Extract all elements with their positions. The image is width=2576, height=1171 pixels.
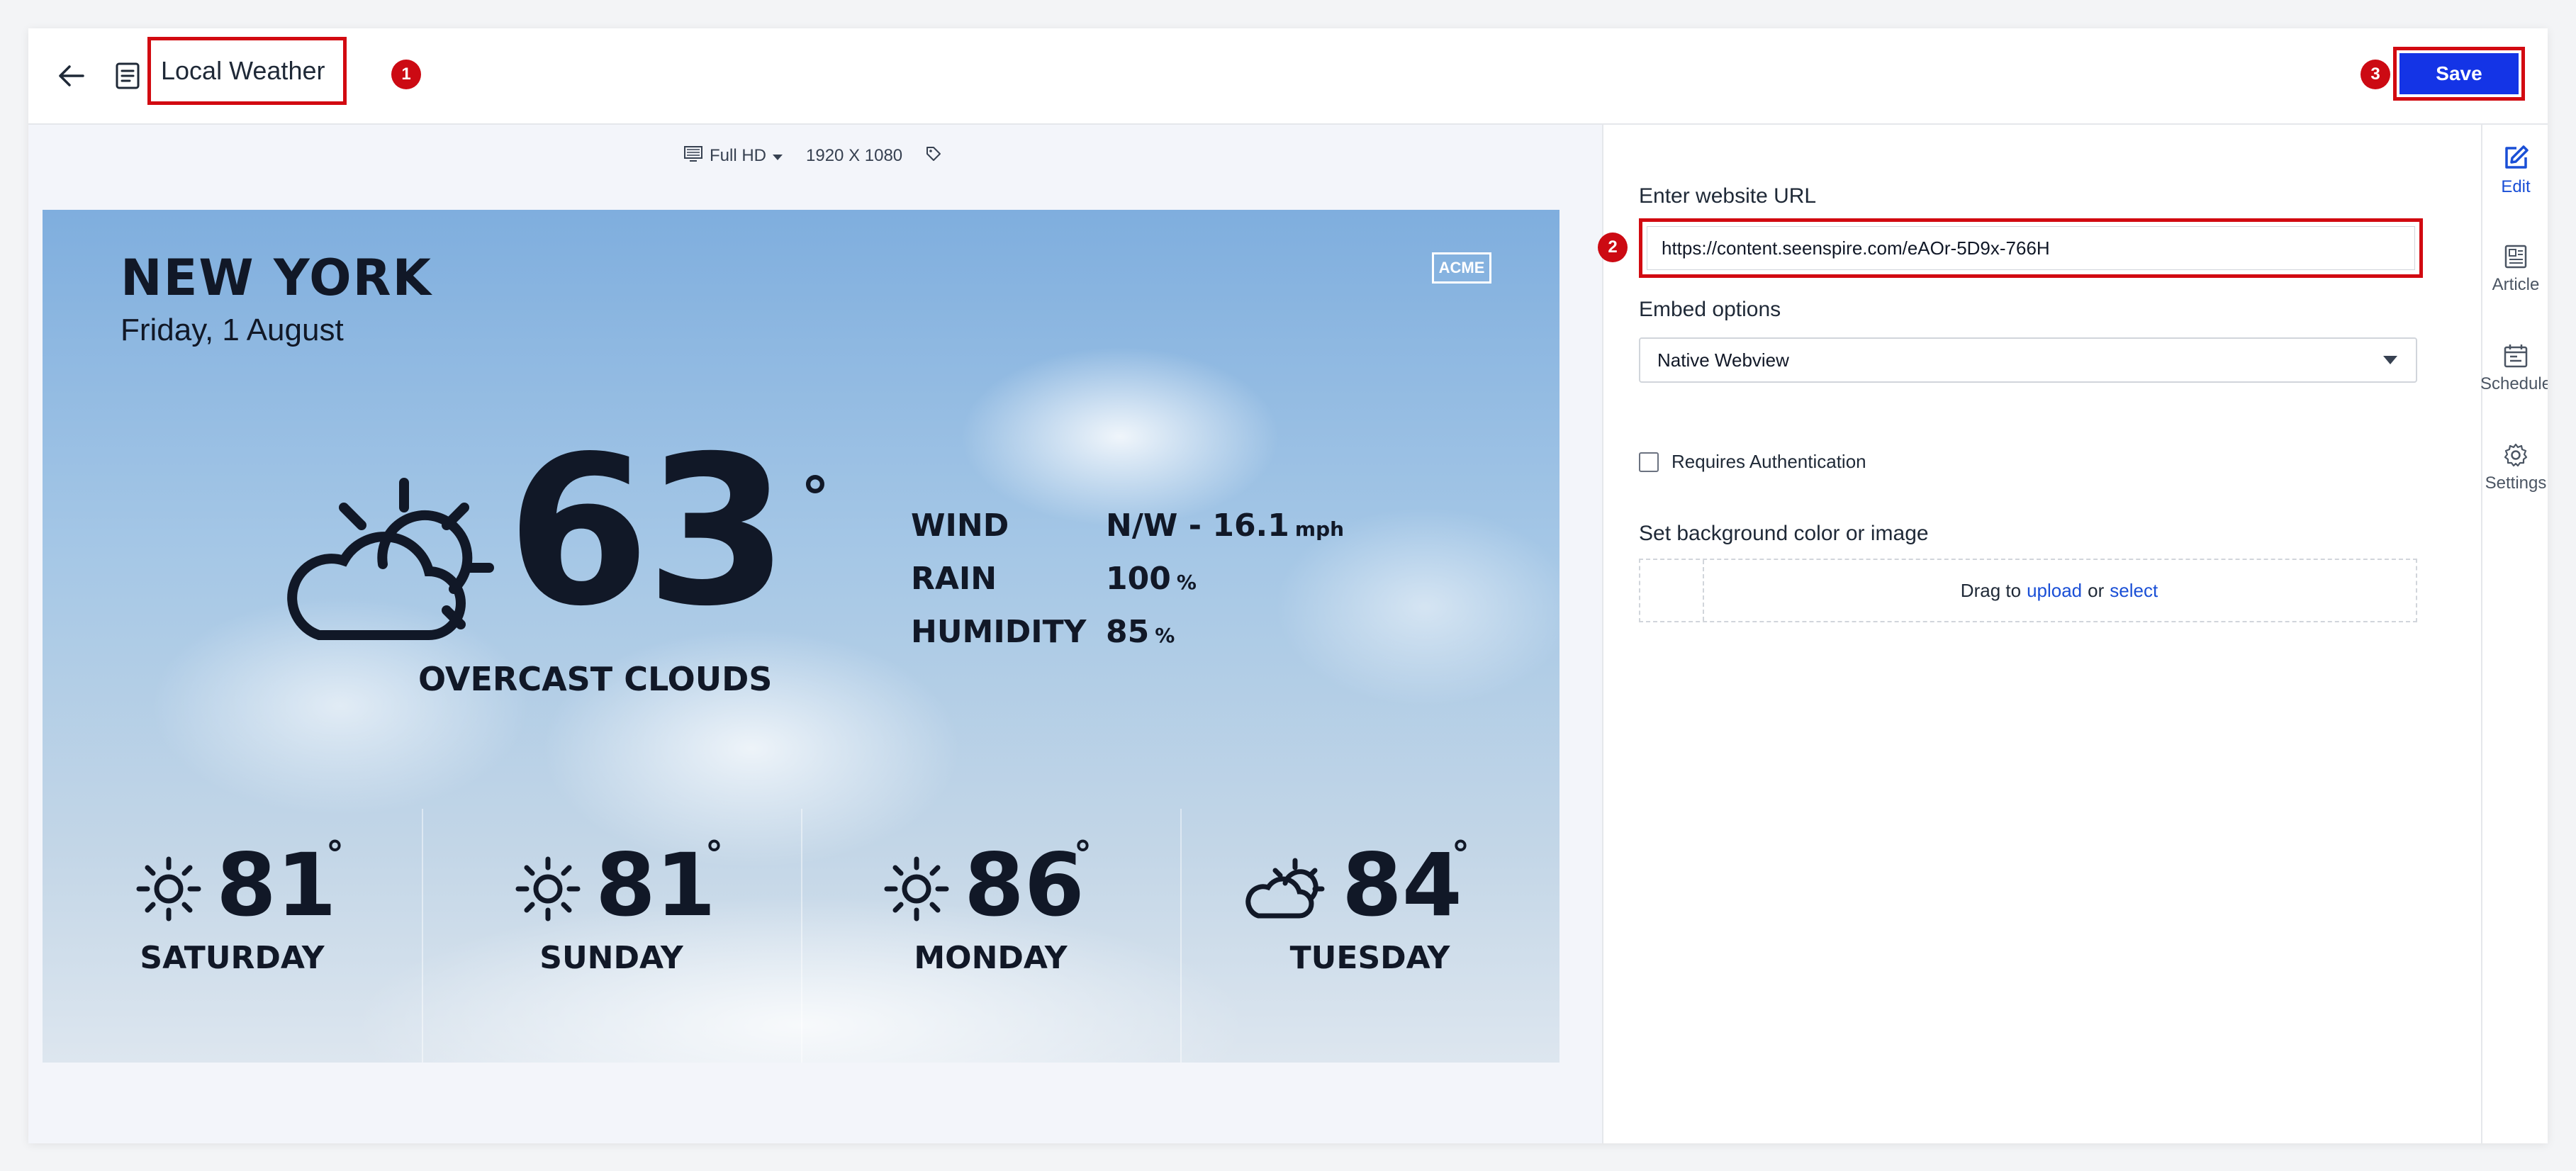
- date-text: Friday, 1 August: [121, 313, 344, 347]
- gear-icon: [2504, 443, 2528, 467]
- background-color-swatch[interactable]: [1640, 560, 1704, 621]
- rain-label: RAIN: [911, 561, 997, 597]
- preview-area: Full HD 1920 X 1080 NEW YORK Friday, 1 A…: [28, 125, 1603, 1143]
- forecast-day-name: MONDAY: [914, 940, 1068, 976]
- resolution-dropdown[interactable]: Full HD: [710, 146, 783, 166]
- embed-selected-value: Native Webview: [1657, 349, 1789, 371]
- save-button[interactable]: Save: [2399, 53, 2519, 94]
- nav-schedule[interactable]: Schedule: [2480, 343, 2548, 394]
- upload-link[interactable]: upload: [2027, 580, 2082, 602]
- callout-badge-1: 1: [391, 60, 421, 89]
- forecast-day-name: SATURDAY: [140, 940, 325, 976]
- degree-symbol: °: [326, 834, 344, 875]
- resolution-size: 1920 X 1080: [806, 146, 903, 165]
- schedule-icon: [2504, 344, 2528, 368]
- current-temperature: 63: [507, 413, 789, 651]
- degree-symbol: °: [705, 834, 723, 875]
- nav-settings[interactable]: Settings: [2482, 442, 2548, 493]
- caret-down-icon: [2383, 356, 2397, 364]
- preview-toolbar: Full HD 1920 X 1080: [684, 142, 942, 170]
- nav-edit[interactable]: Edit: [2482, 145, 2548, 197]
- nav-article-label: Article: [2492, 275, 2540, 294]
- forecast-day: 81 ° SATURDAY: [43, 834, 422, 1046]
- sun-icon: [515, 856, 581, 921]
- forecast-day: 81 ° SUNDAY: [422, 834, 801, 1046]
- dropzone-text: Drag to upload or select: [1703, 560, 2416, 621]
- nav-settings-label: Settings: [2485, 474, 2547, 493]
- humidity-label: HUMIDITY: [911, 614, 1087, 650]
- or-text: or: [2088, 579, 2105, 601]
- brand-logo: ACME: [1432, 252, 1491, 284]
- embed-label: Embed options: [1639, 298, 1781, 321]
- degree-symbol: °: [1074, 834, 1092, 875]
- wind-label: WIND: [911, 508, 1009, 544]
- nav-edit-label: Edit: [2501, 177, 2531, 196]
- tag-icon[interactable]: [925, 145, 942, 167]
- weather-preview: NEW YORK Friday, 1 August ACME 63 ° OVER…: [43, 210, 1559, 1063]
- chevron-down-icon: [772, 146, 783, 166]
- article-icon: [2504, 245, 2527, 269]
- forecast-temp: 84: [1342, 835, 1462, 936]
- url-field-highlight: https://content.seenspire.com/eAOr-5D9x-…: [1639, 218, 2423, 278]
- partly-cloudy-icon: [1245, 858, 1325, 919]
- background-label: Set background color or image: [1639, 522, 1929, 545]
- forecast-temp: 81: [595, 835, 716, 936]
- forecast-temp: 81: [216, 835, 337, 936]
- page-title-field[interactable]: Local Weather: [147, 37, 347, 105]
- forecast-day: 86 ° MONDAY: [801, 834, 1180, 1046]
- url-input[interactable]: https://content.seenspire.com/eAOr-5D9x-…: [1647, 226, 2415, 270]
- degree-symbol: °: [801, 465, 829, 531]
- auth-label: Requires Authentication: [1671, 451, 1866, 472]
- forecast-day-name: SUNDAY: [539, 940, 683, 976]
- callout-badge-2: 2: [1598, 232, 1628, 262]
- settings-form: Enter website URL 2 https://content.seen…: [1598, 125, 2481, 1143]
- url-label: Enter website URL: [1639, 184, 1817, 208]
- select-link[interactable]: select: [2110, 580, 2158, 602]
- save-button-highlight: Save: [2393, 47, 2525, 101]
- page-title: Local Weather: [161, 56, 325, 85]
- callout-badge-3: 3: [2361, 60, 2390, 89]
- nav-article[interactable]: Article: [2482, 244, 2548, 295]
- edit-icon: [2505, 145, 2529, 169]
- forecast-day: 84 ° TUESDAY: [1180, 834, 1559, 1046]
- background-dropzone[interactable]: Drag to upload or select: [1639, 559, 2417, 622]
- weather-condition: OVERCAST CLOUDS: [418, 660, 773, 698]
- forecast-temp: 86: [964, 835, 1085, 936]
- forecast-day-name: TUESDAY: [1289, 940, 1450, 976]
- back-arrow-icon[interactable]: [43, 54, 99, 98]
- rain-value: 100%: [1106, 561, 1197, 597]
- app-window: Local Weather 1 3 Save Full HD 1920 X 10…: [28, 28, 2548, 1143]
- degree-symbol: °: [1452, 834, 1469, 875]
- city-name: NEW YORK: [121, 249, 432, 307]
- auth-checkbox[interactable]: [1639, 452, 1659, 472]
- sun-icon: [136, 856, 201, 921]
- screen-icon: [684, 145, 702, 167]
- partly-cloudy-icon: [287, 478, 494, 640]
- drag-text: Drag to: [1960, 579, 2022, 601]
- auth-checkbox-row[interactable]: Requires Authentication: [1639, 451, 1866, 473]
- sun-icon: [884, 856, 949, 921]
- side-nav: Edit Article Schedule Settings: [2480, 125, 2548, 1143]
- embed-options-select[interactable]: Native Webview: [1639, 337, 2417, 383]
- humidity-value: 85%: [1106, 614, 1175, 650]
- top-bar: Local Weather 1 3 Save: [28, 28, 2548, 125]
- wind-value: N/W - 16.1 mph: [1106, 508, 1345, 544]
- resolution-name: Full HD: [710, 146, 767, 165]
- nav-schedule-label: Schedule: [2480, 374, 2548, 393]
